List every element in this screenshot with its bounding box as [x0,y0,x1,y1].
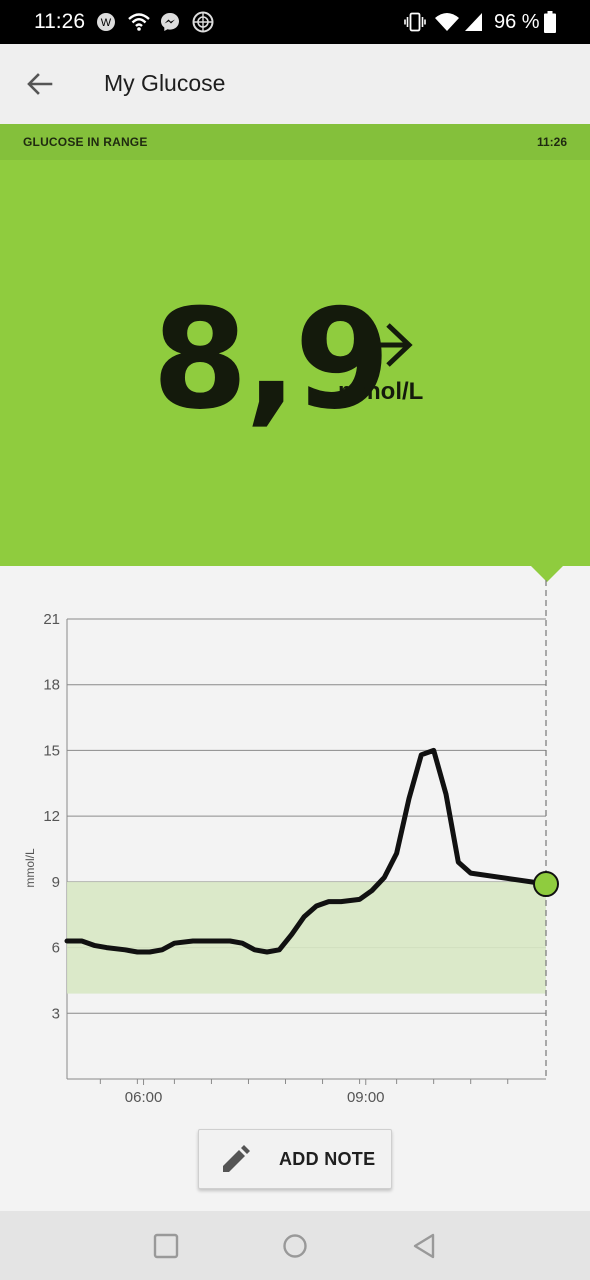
y-tick-label: 3 [52,1005,60,1022]
current-reading-marker [533,871,559,898]
current-reading-panel: 8,9 mmol/L [0,160,590,566]
status-time: 11:26 [34,10,85,33]
app-bar: My Glucose [0,44,590,124]
y-tick-label: 12 [43,808,60,825]
add-note-button[interactable]: ADD NOTE [198,1129,392,1189]
arrow-right-icon [354,323,413,367]
app-w-icon: W [97,13,115,31]
y-tick-label: 6 [52,940,60,957]
add-note-label: ADD NOTE [279,1149,376,1169]
system-nav-bar [0,1211,590,1280]
arrow-left-icon[interactable] [24,68,56,100]
reading-time: 11:26 [536,135,567,149]
y-axis-label: mmol/L [23,848,37,888]
globe-icon [192,11,214,33]
status-bar: 11:26 W 96 % [0,0,590,44]
battery-percent: 96 % [494,11,540,33]
y-tick-label: 9 [52,874,60,891]
x-tick-label: 06:00 [125,1089,163,1106]
wifi-icon [128,13,150,31]
x-tick-label: 09:00 [347,1089,385,1106]
target-range-band [67,881,546,994]
glucose-chart: 3 6 9 12 15 18 21 06:00 09:00 mmol/L [23,580,559,1106]
y-tick-label: 18 [43,677,60,694]
pencil-icon [223,1145,250,1172]
wifi-signal-icon [435,13,459,31]
back-triangle-icon[interactable] [410,1232,438,1260]
glucose-range-banner: GLUCOSE IN RANGE 11:26 [0,124,590,160]
svg-text:W: W [101,17,112,29]
messenger-icon [161,13,179,31]
glucose-unit: mmol/L [338,378,424,405]
vibrate-icon [404,12,426,32]
home-circle-icon[interactable] [281,1232,309,1260]
range-status-label: GLUCOSE IN RANGE [23,135,148,149]
y-tick-label: 15 [43,742,60,759]
y-tick-label: 21 [43,611,60,628]
cell-signal-icon [465,13,482,31]
recents-square-icon[interactable] [152,1232,180,1260]
battery-icon [544,11,556,33]
page-title: My Glucose [104,70,226,96]
